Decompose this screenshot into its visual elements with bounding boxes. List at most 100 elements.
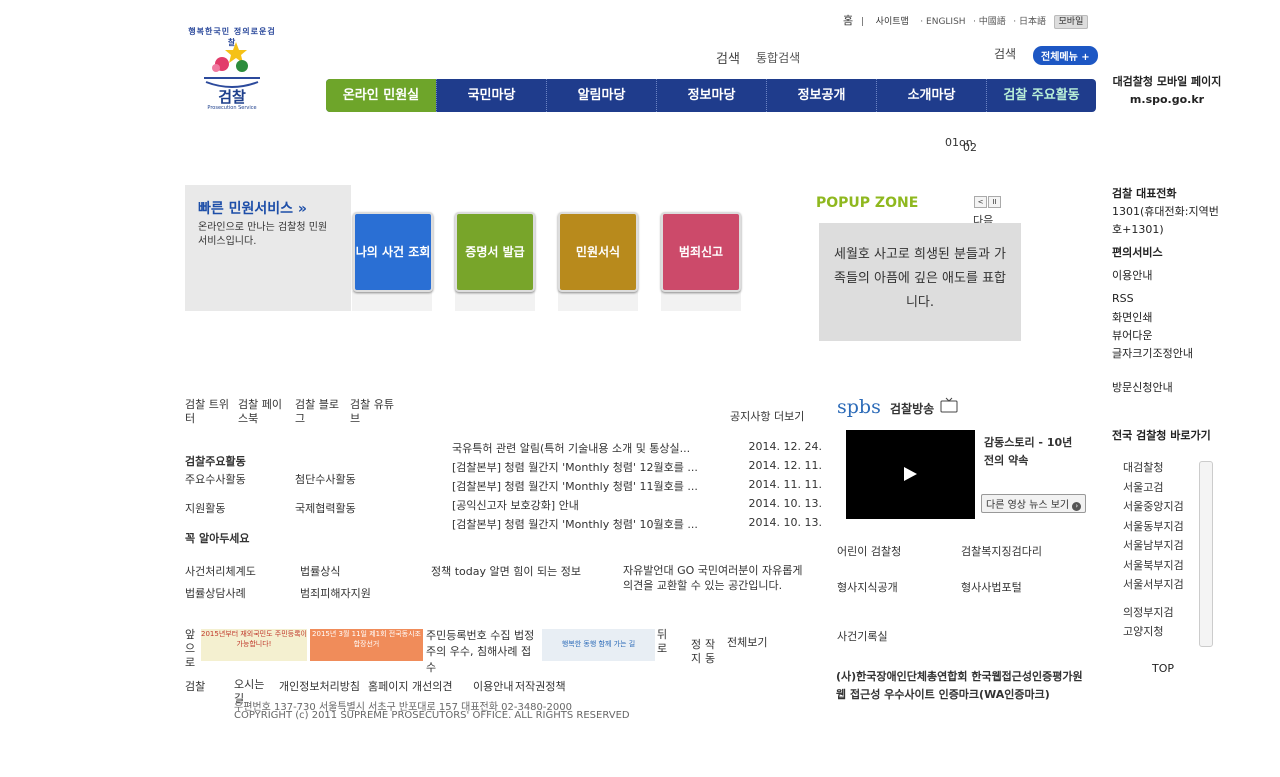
banner-prev-button[interactable]: 앞으로 xyxy=(185,628,197,670)
banner-stop-button[interactable]: 정지 xyxy=(691,638,703,666)
procedure-link[interactable]: 사건처리체계도 xyxy=(185,563,256,579)
org-item[interactable]: 서울고검 xyxy=(1113,479,1213,499)
orgs-scrollbar[interactable] xyxy=(1199,461,1213,647)
notice-row[interactable]: [검찰본부] 청렴 월간지 'Monthly 청렴' 11월호를 ... 2014… xyxy=(452,478,822,494)
main-nav: 온라인 민원실 국민마당 알림마당 정보마당 정보공개 소개마당 검찰 주요활동 xyxy=(326,79,1096,112)
total-menu-button[interactable]: 전체메뉴 + xyxy=(1033,46,1098,65)
privacy-link[interactable]: 개인정보처리방침 xyxy=(279,678,360,694)
nav-about[interactable]: 소개마당 xyxy=(876,79,986,112)
footer-usage-link[interactable]: 이용안내 xyxy=(473,678,513,694)
feedback-link[interactable]: 홈페이지 개선의견 xyxy=(368,678,452,694)
banner-resident-number[interactable]: 주민등록번호 수집 법정주의 우수, 침해사례 접수 xyxy=(426,628,538,676)
law-link[interactable]: 법률상식 xyxy=(300,563,340,579)
visit-link[interactable]: 방문신청안내 xyxy=(1112,379,1173,395)
crime-report-button[interactable]: 범죄신고 xyxy=(661,212,741,292)
record-link[interactable]: 사건기록실 xyxy=(837,628,888,644)
notice-title: [공익신고자 보호강화] 안내 xyxy=(452,499,579,512)
banner-election[interactable]: 2015년 3월 11일 제1회 전국동시조합장선거 xyxy=(310,629,423,661)
viewer-link[interactable]: 뷰어다운 xyxy=(1112,327,1152,343)
wa-cert-mark[interactable]: (사)한국장애인단체총연합회 한국웹접근성인증평가원 웹 접근성 우수사이트 인… xyxy=(836,668,1086,704)
rolling-02[interactable]: 02 xyxy=(963,141,977,154)
phone-title: 검찰 대표전화 xyxy=(1112,187,1177,200)
kids-link[interactable]: 어린이 검찰청 xyxy=(837,543,901,559)
my-case-button[interactable]: 나의 사건 조회 xyxy=(353,212,433,292)
org-item[interactable]: 고양지청 xyxy=(1113,623,1213,643)
orgs-list: 대검찰청 서울고검 서울중앙지검 서울동부지검 서울남부지검 서울북부지검 서울… xyxy=(1113,459,1213,647)
support-link[interactable]: 지원활동 xyxy=(185,500,225,516)
chinese-link[interactable]: · 中國語 xyxy=(973,17,1006,27)
home-link[interactable]: 홈 xyxy=(843,14,853,27)
print-link[interactable]: 화면인쇄 xyxy=(1112,309,1152,325)
notice-row[interactable]: [검찰본부] 청렴 월간지 'Monthly 청렴' 12월호를 ... 2014… xyxy=(452,459,822,475)
notice-row[interactable]: 국유특허 관련 알림(특허 기술내용 소개 및 통상실... 2014. 12. … xyxy=(452,440,822,456)
japanese-link[interactable]: · 日本語 xyxy=(1013,17,1046,27)
notice-title: 국유특허 관련 알림(특허 기술내용 소개 및 통상실... xyxy=(452,442,691,455)
portal-link[interactable]: 형사사법포털 xyxy=(961,579,1022,595)
nav-info[interactable]: 정보마당 xyxy=(656,79,766,112)
arrow-circle-icon: › xyxy=(1072,502,1082,511)
advanced-investigation-link[interactable]: 첨단수사활동 xyxy=(295,471,356,487)
popup-zone-title: POPUP ZONE xyxy=(816,195,919,211)
popup-image[interactable]: 세월호 사고로 희생된 분들과 가족들의 아픔에 깊은 애도를 표합니다. xyxy=(819,223,1021,341)
search-button[interactable]: 검색 xyxy=(994,45,1016,62)
copyright-policy-link[interactable]: 저작권정책 xyxy=(515,678,566,694)
banner-next-button[interactable]: 뒤로 xyxy=(657,628,669,656)
top-button[interactable]: TOP xyxy=(1152,662,1174,675)
blog-link[interactable]: 검찰 블로그 xyxy=(295,398,345,426)
twitter-link[interactable]: 검찰 트위터 xyxy=(185,398,233,426)
welfare-link[interactable]: 검찰복지징검다리 xyxy=(961,543,1042,559)
video-story-title[interactable]: 감동스토리 - 10년 전의 약속 xyxy=(984,434,1080,470)
criminal-knowledge-link[interactable]: 형사지식공개 xyxy=(837,579,898,595)
more-video-button[interactable]: 다른 영상 뉴스 보기 › xyxy=(981,494,1087,513)
mobile-page-link[interactable]: 대검찰청 모바일 페이지 m.spo.go.kr xyxy=(1112,73,1222,109)
org-item[interactable]: 서울서부지검 xyxy=(1113,576,1213,596)
integrated-search-link[interactable]: 통합검색 xyxy=(756,49,800,66)
usage-link[interactable]: 이용안내 xyxy=(1112,267,1152,283)
nav-disclosure[interactable]: 정보공개 xyxy=(766,79,876,112)
popup-pause-button[interactable]: II xyxy=(988,196,1001,208)
double-arrow-icon: » xyxy=(297,201,307,217)
footer-brand: 검찰 xyxy=(185,680,206,693)
org-item[interactable]: 서울동부지검 xyxy=(1113,518,1213,538)
org-item[interactable]: 서울북부지검 xyxy=(1113,557,1213,577)
logo[interactable]: 행복한국민 정의로운검찰 검찰 Prosecution Service xyxy=(186,22,278,114)
video-player[interactable] xyxy=(846,430,975,519)
civil-forms-button[interactable]: 민원서식 xyxy=(558,212,638,292)
banner-all-button[interactable]: 전체보기 xyxy=(727,634,767,650)
intl-cooperation-link[interactable]: 국제협력활동 xyxy=(295,500,356,516)
rss-link[interactable]: RSS xyxy=(1112,292,1134,305)
notice-date: 2014. 10. 13. xyxy=(748,497,822,510)
notice-row[interactable]: [검찰본부] 청렴 월간지 'Monthly 청렴' 10월호를 ... 2014… xyxy=(452,516,822,532)
nav-online-civil[interactable]: 온라인 민원실 xyxy=(326,79,436,112)
org-item[interactable]: 서울남부지검 xyxy=(1113,537,1213,557)
nav-activities[interactable]: 검찰 주요활동 xyxy=(986,79,1096,112)
play-icon[interactable] xyxy=(900,464,920,484)
org-item[interactable]: 대검찰청 xyxy=(1113,459,1213,479)
nav-citizen[interactable]: 국민마당 xyxy=(436,79,546,112)
major-investigation-link[interactable]: 주요수사활동 xyxy=(185,471,246,487)
english-link[interactable]: · ENGLISH xyxy=(920,17,965,27)
banner-foreigner[interactable]: 2015년부터 재외국민도 주민등록이 가능합니다! xyxy=(201,629,307,661)
notice-title: [검찰본부] 청렴 월간지 'Monthly 청렴' 10월호를 ... xyxy=(452,518,698,531)
popup-next-button[interactable]: 다음 xyxy=(973,212,993,223)
mobile-button[interactable]: 모바일 xyxy=(1053,15,1089,29)
go-forum-link[interactable]: 자유발언대 GO 국민여러분이 자유롭게 의견을 교환할 수 있는 공간입니다. xyxy=(623,563,813,593)
fontsize-link[interactable]: 글자크기조정안내 xyxy=(1112,345,1193,361)
button-shadow xyxy=(455,291,535,311)
policy-today-link[interactable]: 정책 today 알면 힘이 되는 정보 xyxy=(431,563,581,579)
popup-prev-button[interactable]: < xyxy=(974,196,987,208)
nav-notice[interactable]: 알림마당 xyxy=(546,79,656,112)
notice-row[interactable]: [공익신고자 보호강화] 안내 2014. 10. 13. xyxy=(452,497,822,513)
banner-companion[interactable]: 행복한 동행 함께 가는 길 xyxy=(542,629,655,661)
consult-link[interactable]: 법률상담사례 xyxy=(185,585,246,601)
notice-title: [검찰본부] 청렴 월간지 'Monthly 청렴' 11월호를 ... xyxy=(452,480,698,493)
certificate-button[interactable]: 증명서 발급 xyxy=(455,212,535,292)
banner-auto-button[interactable]: 작동 xyxy=(705,638,717,666)
org-item[interactable]: 서울중앙지검 xyxy=(1113,498,1213,518)
victim-support-link[interactable]: 범죄피해자지원 xyxy=(300,585,371,601)
org-item[interactable]: 의정부지검 xyxy=(1113,604,1213,624)
youtube-link[interactable]: 검찰 유튜브 xyxy=(350,398,400,426)
sitemap-link[interactable]: 사이트맵 xyxy=(876,17,909,27)
notice-more-link[interactable]: 공지사항 더보기 xyxy=(730,408,804,424)
facebook-link[interactable]: 검찰 페이스북 xyxy=(238,398,290,426)
